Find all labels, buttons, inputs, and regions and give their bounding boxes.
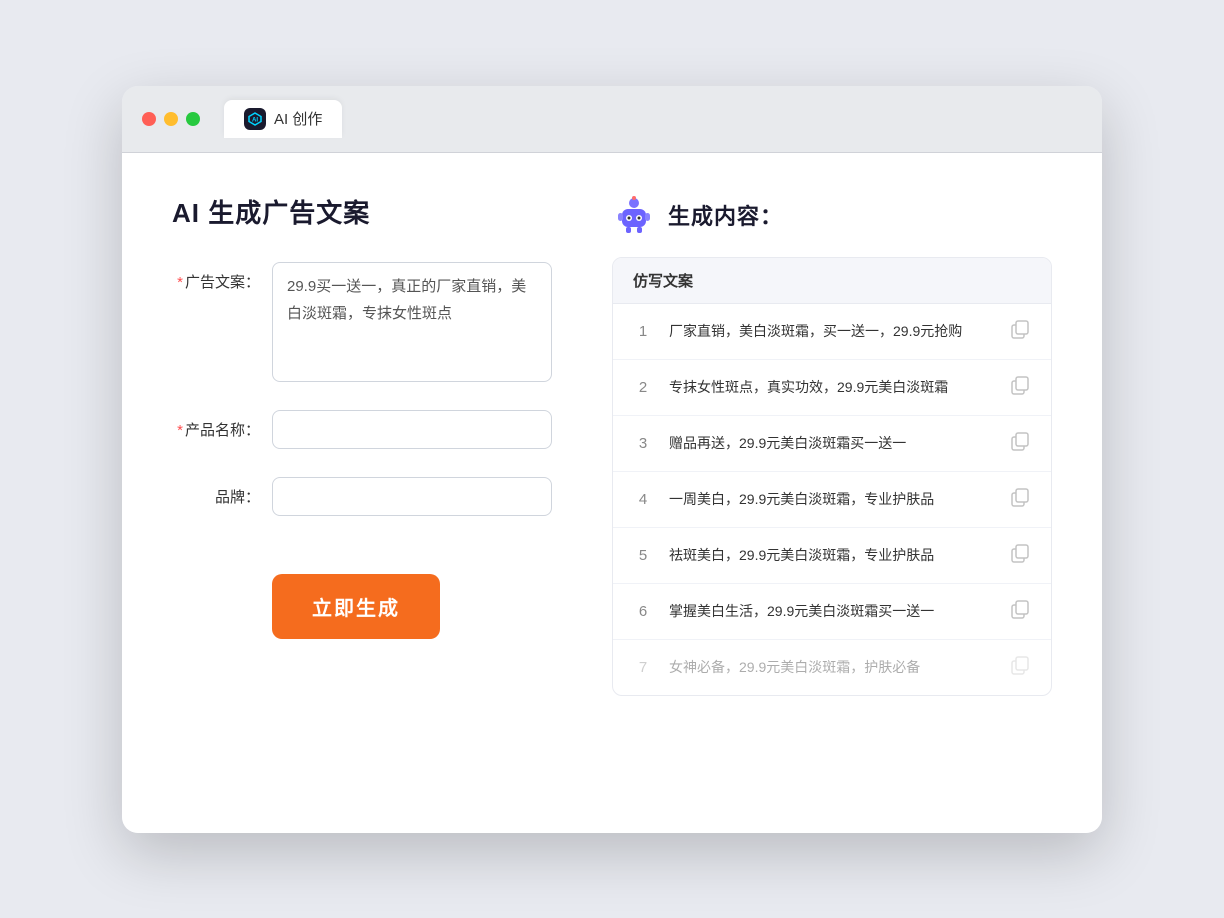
browser-content: AI 生成广告文案 *广告文案： 29.9买一送一，真正的厂家直销，美白淡斑霜，… [122,153,1102,833]
row-text: 一周美白，29.9元美白淡斑霜，专业护肤品 [669,488,993,510]
brand-row: 品牌： 好白 [172,477,552,516]
row-text: 祛斑美白，29.9元美白淡斑霜，专业护肤品 [669,544,993,566]
row-text: 专抹女性斑点，真实功效，29.9元美白淡斑霜 [669,376,993,398]
copy-icon[interactable] [1009,318,1031,345]
tab-area: AI AI 创作 [224,100,342,138]
table-row: 6 掌握美白生活，29.9元美白淡斑霜买一送一 [613,584,1051,640]
row-number: 6 [633,603,653,620]
result-table-header: 仿写文案 [613,258,1051,304]
table-row: 4 一周美白，29.9元美白淡斑霜，专业护肤品 [613,472,1051,528]
copy-icon[interactable] [1009,374,1031,401]
main-layout: AI 生成广告文案 *广告文案： 29.9买一送一，真正的厂家直销，美白淡斑霜，… [172,193,1052,696]
row-number: 4 [633,491,653,508]
close-button[interactable] [142,112,156,126]
required-star-1: * [177,274,183,291]
generate-button[interactable]: 立即生成 [272,574,440,639]
row-text: 赠品再送，29.9元美白淡斑霜买一送一 [669,432,993,454]
copy-icon[interactable] [1009,654,1031,681]
row-number: 7 [633,659,653,676]
browser-window: AI AI 创作 AI 生成广告文案 *广告文案： 29.9买一送一，真正的厂家… [122,86,1102,833]
result-title: 生成内容： [668,199,783,231]
brand-input[interactable]: 好白 [272,477,552,516]
row-number: 2 [633,379,653,396]
traffic-lights [142,112,200,126]
table-row: 3 赠品再送，29.9元美白淡斑霜买一送一 [613,416,1051,472]
result-rows-container: 1 厂家直销，美白淡斑霜，买一送一，29.9元抢购 2 专抹女性斑点，真实功效，29… [613,304,1051,695]
product-name-label: *产品名称： [172,410,272,443]
copy-icon[interactable] [1009,486,1031,513]
ad-copy-input[interactable]: 29.9买一送一，真正的厂家直销，美白淡斑霜，专抹女性斑点 [272,262,552,382]
left-panel: AI 生成广告文案 *广告文案： 29.9买一送一，真正的厂家直销，美白淡斑霜，… [172,193,552,696]
result-table: 仿写文案 1 厂家直销，美白淡斑霜，买一送一，29.9元抢购 2 专抹女性斑点，真实… [612,257,1052,696]
table-row: 7 女神必备，29.9元美白淡斑霜，护肤必备 [613,640,1051,695]
robot-icon [612,193,656,237]
titlebar: AI AI 创作 [122,86,1102,153]
product-name-row: *产品名称： 美白淡斑霜 [172,410,552,449]
row-number: 3 [633,435,653,452]
svg-text:AI: AI [252,117,258,123]
tab-label: AI 创作 [274,108,322,129]
ai-tab-icon: AI [244,108,266,130]
page-title: AI 生成广告文案 [172,193,552,230]
right-panel: 生成内容： 仿写文案 1 厂家直销，美白淡斑霜，买一送一，29.9元抢购 2 专抹女… [612,193,1052,696]
copy-icon[interactable] [1009,598,1031,625]
row-number: 1 [633,323,653,340]
row-text: 厂家直销，美白淡斑霜，买一送一，29.9元抢购 [669,320,993,342]
table-row: 1 厂家直销，美白淡斑霜，买一送一，29.9元抢购 [613,304,1051,360]
tab-ai-creation[interactable]: AI AI 创作 [224,100,342,138]
maximize-button[interactable] [186,112,200,126]
product-name-input[interactable]: 美白淡斑霜 [272,410,552,449]
copy-icon[interactable] [1009,542,1031,569]
table-row: 2 专抹女性斑点，真实功效，29.9元美白淡斑霜 [613,360,1051,416]
row-text: 女神必备，29.9元美白淡斑霜，护肤必备 [669,656,993,678]
table-row: 5 祛斑美白，29.9元美白淡斑霜，专业护肤品 [613,528,1051,584]
minimize-button[interactable] [164,112,178,126]
row-text: 掌握美白生活，29.9元美白淡斑霜买一送一 [669,600,993,622]
brand-label: 品牌： [172,477,272,510]
required-star-2: * [177,422,183,439]
ad-copy-row: *广告文案： 29.9买一送一，真正的厂家直销，美白淡斑霜，专抹女性斑点 [172,262,552,382]
ad-copy-label: *广告文案： [172,262,272,295]
result-header: 生成内容： [612,193,1052,237]
row-number: 5 [633,547,653,564]
copy-icon[interactable] [1009,430,1031,457]
